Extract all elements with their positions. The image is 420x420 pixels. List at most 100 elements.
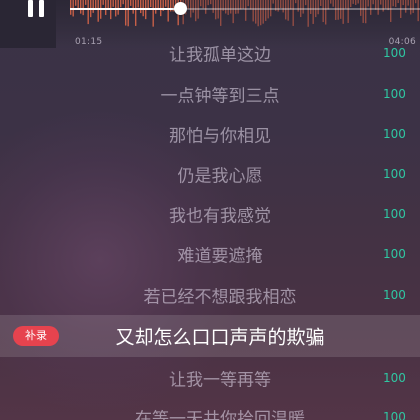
waveform-bar xyxy=(397,0,399,4)
lyric-row[interactable]: 难道要遮掩 100 xyxy=(0,234,420,274)
waveform-bar xyxy=(265,0,267,21)
waveform-bar xyxy=(287,0,289,21)
waveform-bar xyxy=(415,0,417,4)
lyric-text-current: 又却怎么口口声声的欺骗 xyxy=(115,326,325,349)
waveform-bar xyxy=(152,0,154,27)
waveform-bar xyxy=(310,0,312,14)
waveform-bar xyxy=(205,0,207,14)
lyric-score: 100 xyxy=(383,167,406,181)
waveform-bar xyxy=(225,0,227,14)
waveform-bar xyxy=(412,0,414,13)
lyric-row[interactable]: 那怕与你相见 100 xyxy=(0,114,420,154)
waveform-bar xyxy=(92,0,94,13)
waveform-bar xyxy=(362,0,364,23)
waveform-bar xyxy=(262,0,264,24)
lyric-row[interactable]: 若已经不想跟我相恋 100 xyxy=(0,275,420,315)
waveform-bar xyxy=(402,0,404,6)
waveform-bar xyxy=(395,0,397,7)
waveform-bar xyxy=(80,0,82,14)
waveform-bar xyxy=(320,0,322,7)
waveform-bar xyxy=(330,0,332,4)
waveform-bar xyxy=(75,0,77,6)
waveform-bar xyxy=(87,0,89,25)
waveform-bar xyxy=(355,0,357,5)
waveform-bar xyxy=(357,0,359,4)
waveform-bar xyxy=(120,0,122,8)
waveform-bar xyxy=(332,0,334,7)
lyric-score: 100 xyxy=(383,288,406,302)
lyric-row[interactable]: 我也有我感觉 100 xyxy=(0,194,420,234)
lyric-text: 让我一等再等 xyxy=(169,370,271,391)
lyric-row[interactable]: 一点钟等到三点 100 xyxy=(0,74,420,114)
waveform-bar xyxy=(235,0,237,14)
waveform-bar xyxy=(302,0,304,14)
waveform-bar xyxy=(192,0,194,13)
lyric-score: 100 xyxy=(383,371,406,385)
lyric-text: 在等一天共你拾回温暖 xyxy=(135,409,305,420)
waveform-bar xyxy=(322,0,324,23)
waveform-bar xyxy=(210,0,212,5)
lyric-text: 难道要遮掩 xyxy=(177,246,263,267)
waveform-bar xyxy=(257,0,259,27)
karaoke-screen: 让我孤单这边 100 一点钟等到三点 100 那怕与你相见 100 仍是我心愿 … xyxy=(0,0,420,420)
lyric-text: 一点钟等到三点 xyxy=(160,86,280,107)
progress-scrubber[interactable] xyxy=(174,2,187,15)
waveform-bar xyxy=(112,0,114,7)
waveform-bar xyxy=(352,0,354,4)
waveform-bar xyxy=(212,0,214,13)
current-time: 01:15 xyxy=(75,37,103,47)
waveform-bar xyxy=(125,0,127,26)
progress-remaining xyxy=(181,8,420,10)
waveform-bar xyxy=(342,0,344,24)
total-time: 04:06 xyxy=(388,37,416,47)
waveform-bar xyxy=(347,0,349,23)
waveform-bar xyxy=(367,0,369,7)
waveform-bar xyxy=(150,0,152,8)
waveform-bar xyxy=(407,0,409,6)
waveform-bar xyxy=(140,0,142,14)
lyric-row[interactable]: 仍是我心愿 100 xyxy=(0,154,420,194)
lyrics-list[interactable]: 让我孤单这边 100 一点钟等到三点 100 那怕与你相见 100 仍是我心愿 … xyxy=(0,0,420,420)
pause-button[interactable] xyxy=(0,0,56,48)
lyric-text: 仍是我心愿 xyxy=(177,166,263,187)
waveform-bar xyxy=(282,0,284,13)
lyric-text: 那怕与你相见 xyxy=(169,126,271,147)
lyric-row-current[interactable]: 补录 又却怎么口口声声的欺骗 xyxy=(0,315,420,357)
waveform-bar xyxy=(252,0,254,22)
waveform-bar xyxy=(405,0,407,13)
lyric-score: 100 xyxy=(383,87,406,101)
player-bar: 01:15 04:06 xyxy=(0,0,420,48)
waveform-bar xyxy=(260,0,262,26)
waveform-bar xyxy=(325,0,327,25)
waveform-bar xyxy=(280,0,282,9)
waveform-bar xyxy=(220,0,222,26)
waveform-bar xyxy=(155,0,157,14)
waveform-bar xyxy=(207,0,209,6)
waveform-bar xyxy=(272,0,274,4)
lyric-score: 100 xyxy=(383,247,406,261)
waveform-bar xyxy=(390,0,392,22)
waveform-bar xyxy=(97,0,99,22)
waveform-bar xyxy=(380,0,382,5)
waveform-bar xyxy=(295,0,297,4)
waveform-bar xyxy=(312,0,314,24)
waveform-bar xyxy=(350,0,352,8)
lyric-row[interactable]: 让我一等再等 100 xyxy=(0,358,420,398)
waveform-bar xyxy=(167,0,169,22)
waveform-bar xyxy=(365,0,367,24)
lyric-score: 100 xyxy=(383,207,406,221)
waveform-bar xyxy=(372,0,374,5)
pause-icon xyxy=(28,0,46,17)
waveform-bar xyxy=(247,0,249,7)
waveform-bar xyxy=(292,0,294,26)
waveform-bar xyxy=(195,0,197,22)
waveform-bar xyxy=(392,0,394,7)
lyric-row[interactable]: 在等一天共你拾回温暖 100 xyxy=(0,397,420,420)
waveform-bar xyxy=(127,0,129,27)
waveform-bar xyxy=(417,0,419,22)
audio-waveform xyxy=(70,0,419,27)
lyric-score: 100 xyxy=(383,127,406,141)
waveform-bar xyxy=(305,0,307,6)
waveform-bar xyxy=(130,0,132,6)
waveform-bar xyxy=(102,0,104,5)
